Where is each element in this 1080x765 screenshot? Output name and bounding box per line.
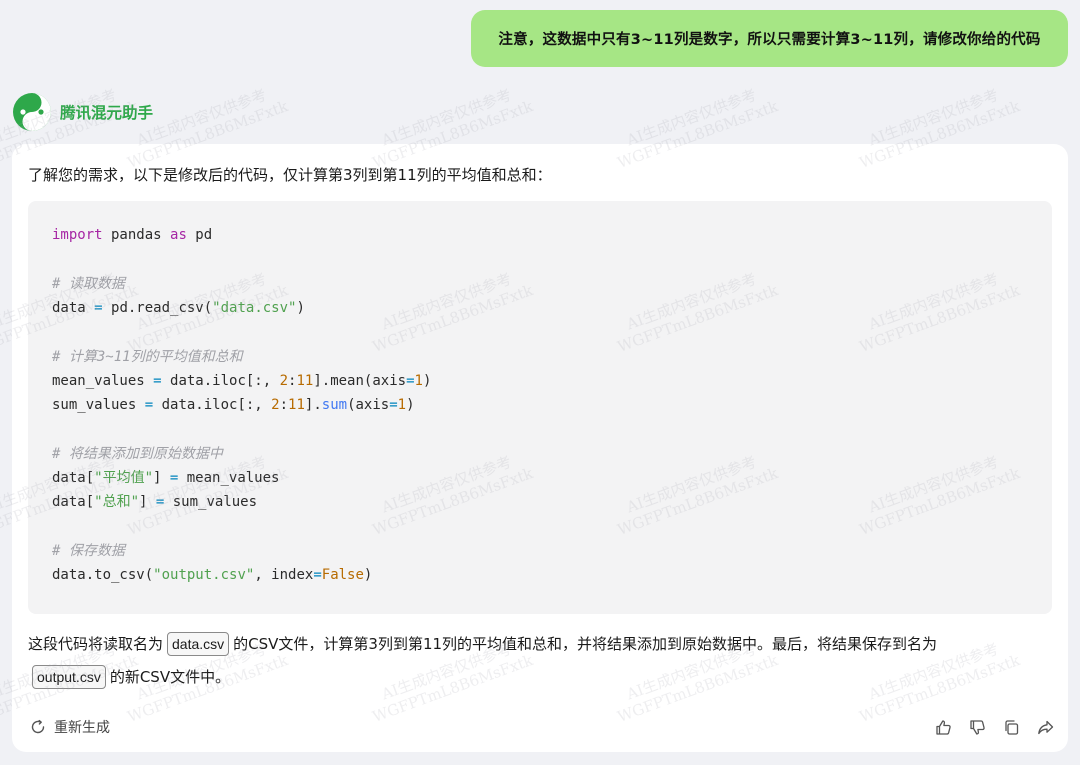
code-line: import pandas as pd — [52, 227, 213, 243]
answer-intro: 了解您的需求，以下是修改后的代码，仅计算第3列到第11列的平均值和总和： — [28, 166, 552, 184]
code-comment: # 读取数据 — [52, 276, 125, 292]
answer-footer: 重新生成 — [30, 715, 1054, 739]
chat-page: 注意，这数据中只有3~11列是数字，所以只需要计算3~11列，请修改你给的代码 … — [0, 0, 1080, 765]
inline-code-data-csv: data.csv — [167, 632, 230, 656]
inline-code-output-csv: output.csv — [32, 665, 106, 689]
explanation-text: 的CSV文件，计算第3列到第11列的平均值和总和，并将结果添加到原始数据中。最后… — [233, 635, 938, 653]
code-line: data = pd.read_csv("data.csv") — [52, 300, 305, 316]
hunyuan-logo-icon — [13, 93, 51, 131]
copy-icon[interactable] — [1002, 718, 1020, 736]
explanation-text: 的新CSV文件中。 — [109, 668, 231, 686]
code-line: sum_values = data.iloc[:, 2:11].sum(axis… — [52, 397, 415, 413]
code-comment: # 保存数据 — [52, 543, 125, 559]
explanation-text: 这段代码将读取名为 — [28, 635, 164, 653]
thumbs-up-icon[interactable] — [934, 718, 952, 736]
answer-card: 了解您的需求，以下是修改后的代码，仅计算第3列到第11列的平均值和总和： imp… — [12, 144, 1068, 752]
answer-actions — [934, 718, 1054, 736]
assistant-header: 腾讯混元助手 — [12, 92, 153, 132]
code-line: data.to_csv("output.csv", index=False) — [52, 567, 373, 583]
answer-explanation: 这段代码将读取名为 data.csv 的CSV文件，计算第3列到第11列的平均值和总… — [28, 628, 1048, 694]
assistant-name: 腾讯混元助手 — [60, 104, 154, 122]
refresh-icon — [31, 719, 45, 734]
regenerate-label: 重新生成 — [54, 720, 110, 736]
user-message-bubble: 注意，这数据中只有3~11列是数字，所以只需要计算3~11列，请修改你给的代码 — [471, 10, 1068, 67]
code-line: data["总和"] = sum_values — [52, 494, 258, 510]
code-line: data["平均值"] = mean_values — [52, 470, 280, 486]
user-message-text: 注意，这数据中只有3~11列是数字，所以只需要计算3~11列，请修改你给的代码 — [498, 32, 1041, 48]
share-icon[interactable] — [1036, 718, 1054, 736]
thumbs-down-icon[interactable] — [968, 718, 986, 736]
regenerate-button[interactable]: 重新生成 — [30, 717, 110, 737]
code-block[interactable]: import pandas as pd # 读取数据 data = pd.rea… — [28, 201, 1052, 614]
code-line: mean_values = data.iloc[:, 2:11].mean(ax… — [52, 373, 432, 389]
code-comment: # 计算3~11列的平均值和总和 — [52, 349, 243, 365]
code-comment: # 将结果添加到原始数据中 — [52, 446, 223, 462]
